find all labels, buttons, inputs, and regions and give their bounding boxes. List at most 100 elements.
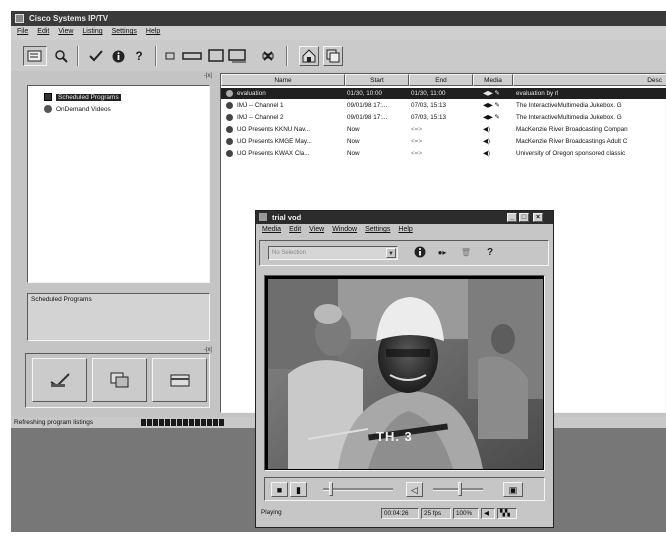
menu-view[interactable]: View	[58, 28, 73, 40]
position-slider-thumb[interactable]	[329, 482, 333, 496]
progress-block	[159, 419, 164, 426]
table-row[interactable]: IMJ -- Channel 1 09/01/98 17:... 07/03, …	[221, 100, 666, 111]
video-frame: TH. 3	[268, 279, 543, 469]
row-name: evaluation	[237, 90, 266, 97]
home-icon[interactable]	[299, 46, 319, 66]
close-button[interactable]: ×	[533, 213, 543, 222]
copy-icon[interactable]	[323, 46, 343, 66]
chevron-down-icon[interactable]: ▼	[386, 248, 396, 258]
checkmark-icon[interactable]	[87, 46, 105, 66]
action-buttons	[25, 353, 210, 408]
audio-icon: ◀)	[483, 126, 490, 133]
minimize-button[interactable]: _	[507, 213, 517, 222]
menu-edit[interactable]: Edit	[37, 28, 49, 40]
row-start: Now	[347, 126, 360, 133]
close-view-icon[interactable]	[259, 46, 277, 66]
menu-bar: File Edit View Listing Settings Help	[11, 26, 666, 40]
table-row[interactable]: UO Presents KWAX Cla... Now <=> ◀) Unive…	[221, 148, 666, 159]
column-header-desc[interactable]: Desc	[513, 74, 666, 86]
program-icon	[226, 150, 233, 157]
stop-icon[interactable]: ■	[271, 482, 288, 497]
menu-help[interactable]: Help	[146, 28, 160, 40]
row-name: UO Presents KMGE May...	[237, 138, 312, 145]
programs-icon[interactable]	[23, 46, 47, 66]
info-icon[interactable]	[412, 246, 428, 260]
row-name: IMJ -- Channel 1	[237, 102, 284, 109]
vod-menu-view[interactable]: View	[309, 226, 324, 237]
vod-menu-edit[interactable]: Edit	[289, 226, 301, 237]
help-icon[interactable]: ?	[482, 246, 498, 260]
position-slider[interactable]	[323, 488, 393, 491]
vod-menu-window[interactable]: Window	[332, 226, 357, 237]
tree-item-label: OnDemand Videos	[56, 105, 111, 113]
media-select-value: No Selection	[272, 250, 307, 256]
program-icon	[226, 126, 233, 133]
table-row[interactable]: IMJ -- Channel 2 09/01/98 17:... 07/03, …	[221, 112, 666, 123]
row-end: 07/03, 15:13	[411, 102, 447, 109]
column-header-media[interactable]: Media	[473, 74, 513, 86]
record-icon[interactable]: ●▸	[434, 246, 450, 260]
column-header-end[interactable]: End	[409, 74, 473, 86]
vod-app-icon	[259, 213, 267, 221]
frame-rate: 25 fps	[421, 508, 451, 519]
tree-item-ondemand-videos[interactable]: OnDemand Videos	[44, 105, 111, 113]
progress-block	[171, 419, 176, 426]
monitor-view-icon[interactable]	[207, 46, 225, 66]
vod-window: trial vod _ □ × Media Edit View Window S…	[255, 210, 554, 528]
vod-menu-settings[interactable]: Settings	[365, 226, 390, 237]
menu-listing[interactable]: Listing	[82, 28, 102, 40]
audio-video-icon: ◀▶ ✎	[483, 90, 500, 97]
window-title: Cisco Systems IP/TV	[29, 14, 109, 23]
zoom-level: 100%	[453, 508, 479, 519]
table-row[interactable]: UO Presents KKNU Nav... Now <=> ◀) MacKe…	[221, 124, 666, 135]
vod-menu-bar: Media Edit View Window Settings Help	[256, 224, 553, 237]
small-view-icon[interactable]	[163, 46, 177, 66]
wide-view-icon[interactable]	[181, 46, 203, 66]
audio-video-icon: ◀▶ ✎	[483, 102, 500, 109]
trash-icon[interactable]: 🗑	[458, 246, 474, 260]
media-select[interactable]: No Selection ▼	[268, 246, 398, 260]
menu-file[interactable]: File	[17, 28, 28, 40]
table-row[interactable]: UO Presents KMGE May... Now <=> ◀) MacKe…	[221, 136, 666, 147]
menu-settings[interactable]: Settings	[112, 28, 137, 40]
program-icon	[226, 114, 233, 121]
search-icon[interactable]	[51, 46, 71, 66]
vod-status-bar: Playing 00:04:26 25 fps 100% ◀ ▚▚	[259, 507, 550, 521]
column-header-name[interactable]: Name	[221, 74, 345, 86]
video-icon	[44, 105, 52, 113]
snapshot-icon[interactable]: ▣	[503, 482, 523, 497]
help-icon[interactable]: ?	[131, 46, 147, 66]
progress-block	[189, 419, 194, 426]
volume-icon[interactable]: ◁	[406, 482, 423, 497]
video-caption: TH. 3	[376, 429, 413, 444]
tree-item-scheduled-programs[interactable]: Scheduled Programs	[44, 93, 121, 101]
audio-icon: ◀)	[483, 138, 490, 145]
tv-view-icon[interactable]	[227, 46, 249, 66]
vod-menu-help[interactable]: Help	[398, 226, 412, 237]
row-start: 01/30, 10:00	[347, 90, 383, 97]
audio-status-icon: ◀	[481, 508, 495, 519]
column-header-start[interactable]: Start	[345, 74, 409, 86]
row-desc: The InteractiveMultimedia Jukebox. G	[516, 114, 622, 121]
folder-icon[interactable]	[152, 358, 207, 402]
maximize-button[interactable]: □	[519, 213, 529, 222]
vod-menu-media[interactable]: Media	[262, 226, 281, 237]
copy-icon[interactable]	[92, 358, 147, 402]
progress-block	[153, 419, 158, 426]
info-icon[interactable]	[109, 46, 127, 66]
edit-icon[interactable]	[32, 358, 87, 402]
volume-slider-thumb[interactable]	[458, 482, 462, 496]
table-row[interactable]: evaluation 01/30, 10:00 01/30, 11:00 ◀▶ …	[221, 88, 666, 99]
progress-block	[177, 419, 182, 426]
playback-time: 00:04:26	[381, 508, 419, 519]
row-name: IMJ -- Channel 2	[237, 114, 284, 121]
description-box: Scheduled Programs	[27, 293, 210, 341]
row-start: 09/01/98 17:...	[347, 114, 388, 121]
row-desc: evaluation by rl	[516, 90, 559, 97]
pause-icon[interactable]: ▮	[290, 482, 307, 497]
audio-video-icon: ◀▶ ✎	[483, 114, 500, 121]
row-start: Now	[347, 150, 360, 157]
pane-close-button[interactable]: -|x|	[204, 73, 212, 79]
status-text: Refreshing program listings	[14, 419, 94, 426]
title-bar: Cisco Systems IP/TV	[11, 11, 666, 26]
